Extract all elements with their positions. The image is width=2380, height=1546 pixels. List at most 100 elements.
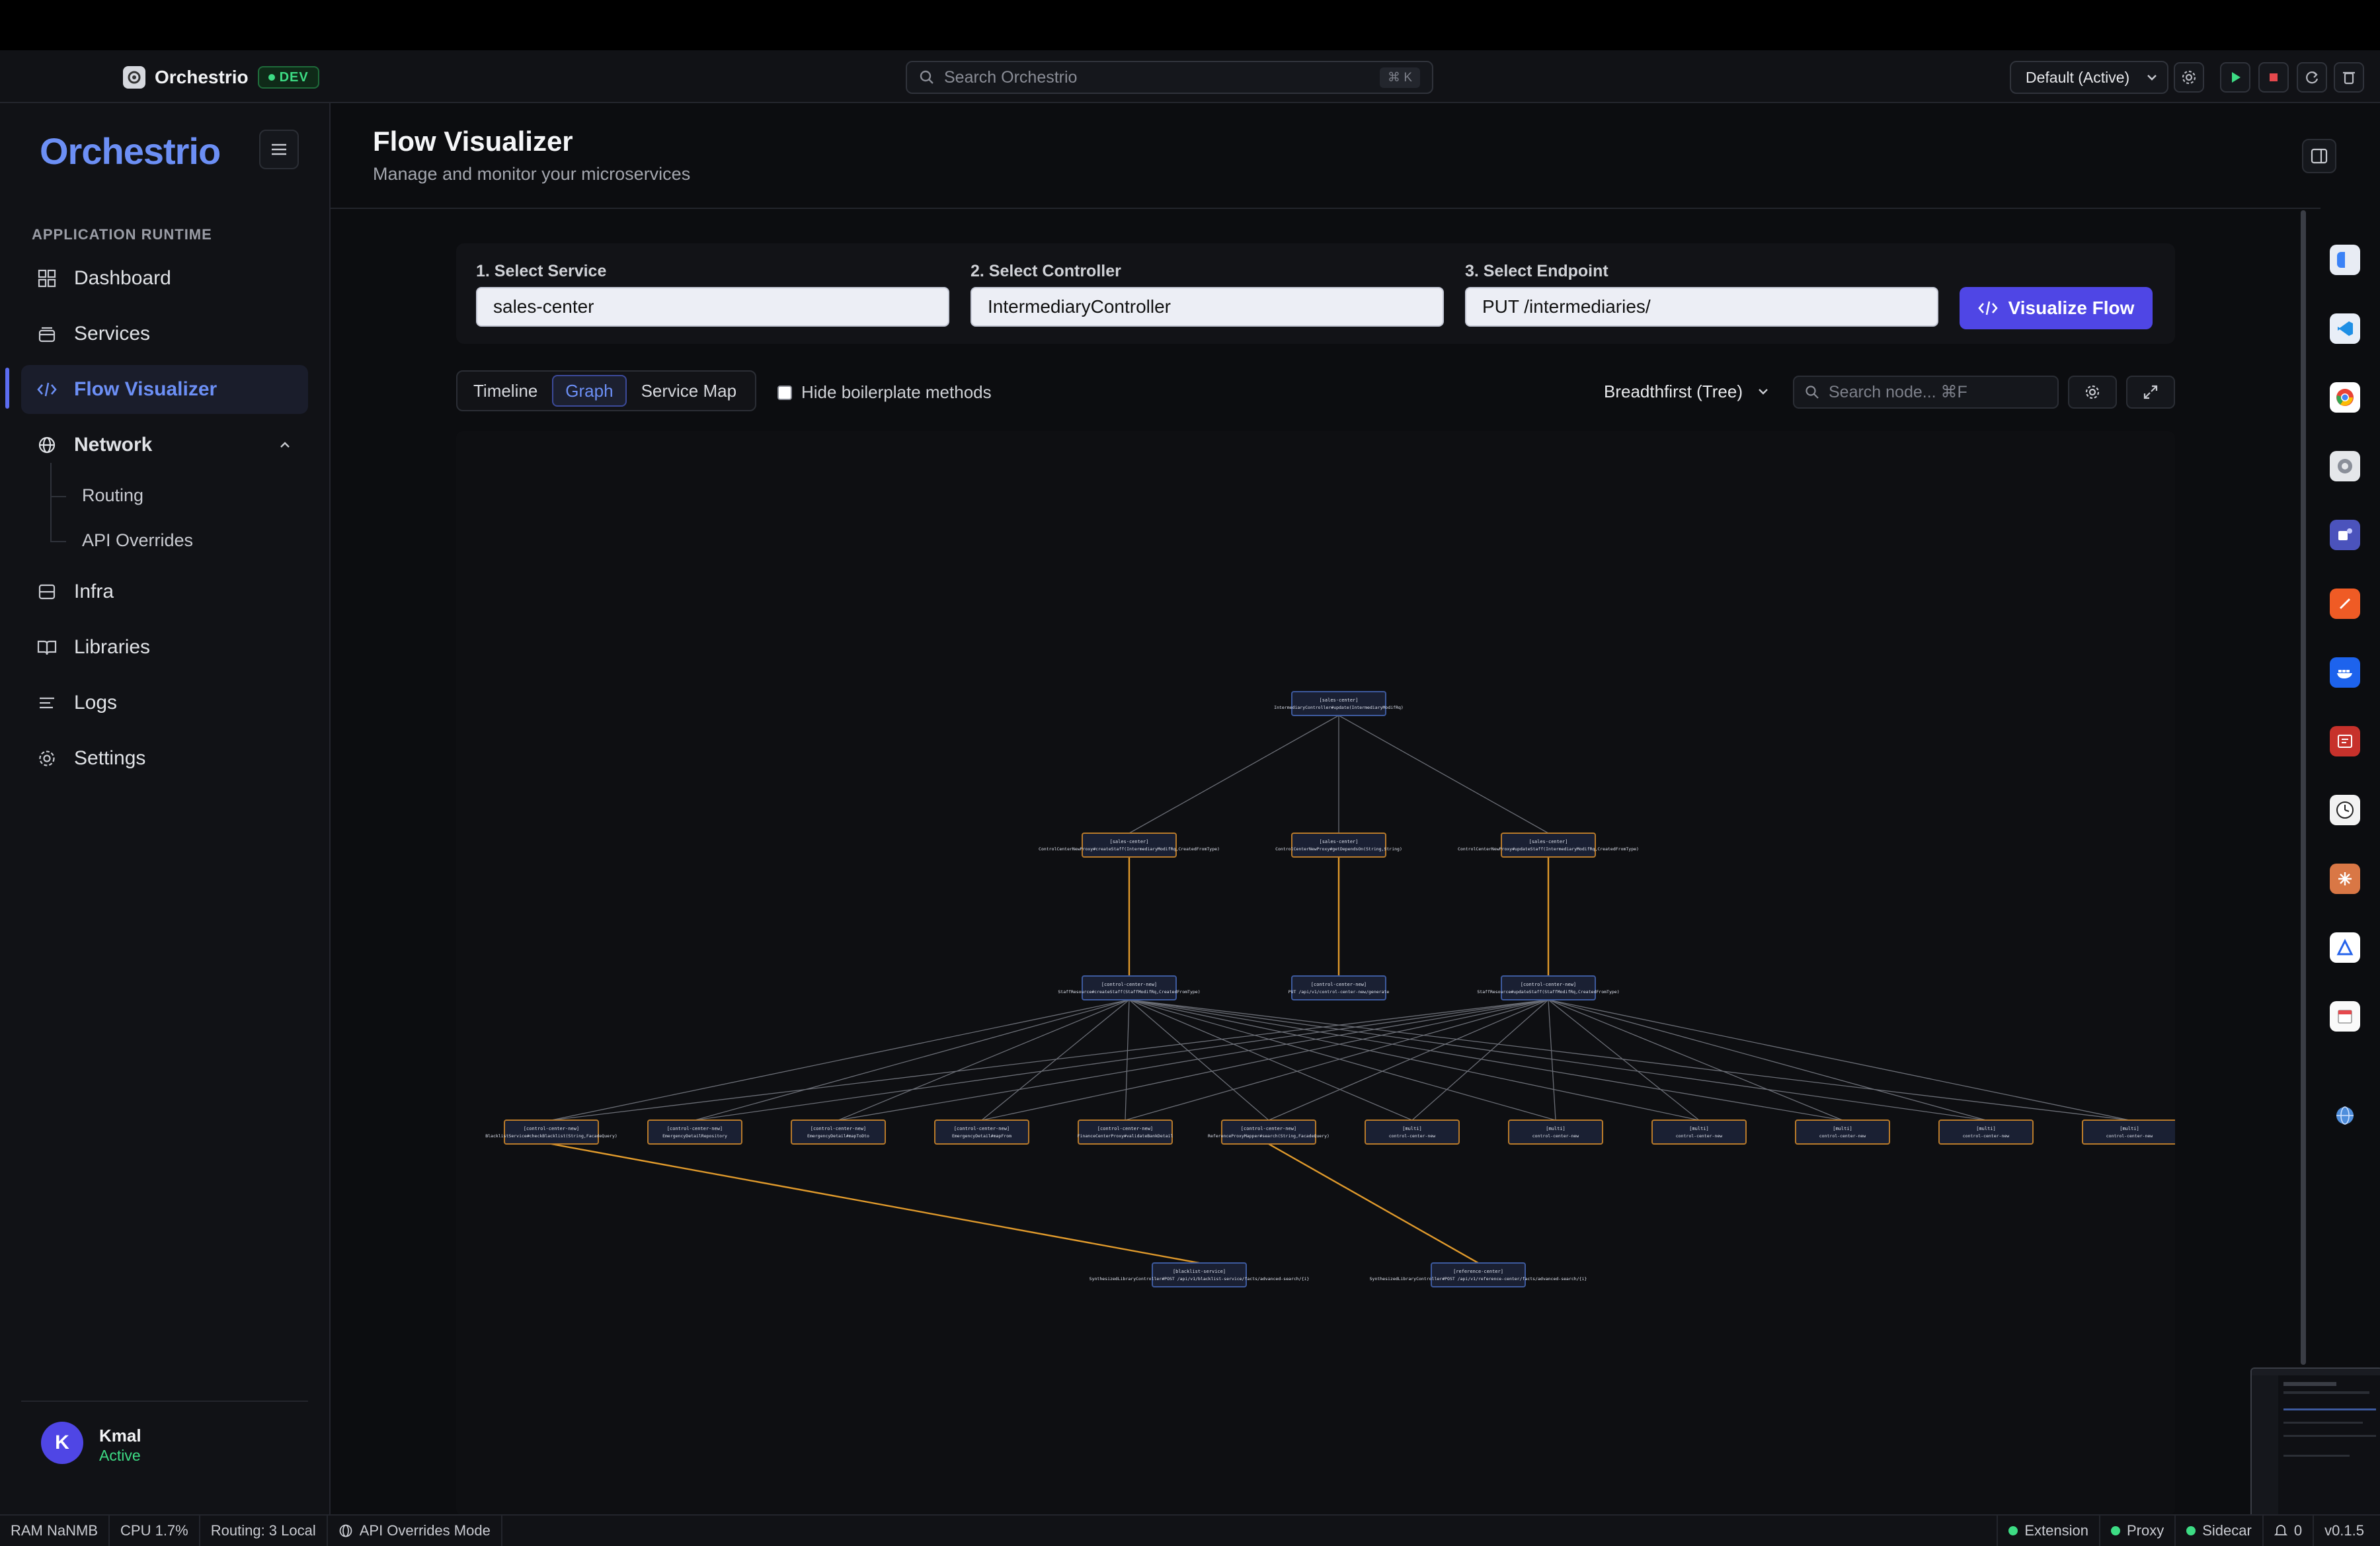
globe-icon[interactable] (2330, 1100, 2360, 1131)
global-search-input[interactable]: Search Orchestrio ⌘ K (906, 61, 1433, 94)
chrome-icon[interactable] (2330, 382, 2360, 413)
proxy-status[interactable]: Proxy (2098, 1516, 2174, 1546)
graph-node[interactable]: [control-center-new] EmergencyDetail#mapF… (934, 1119, 1029, 1145)
graph-node[interactable]: [control-center-new] EmergencyDetail#mapT… (791, 1119, 886, 1145)
graph-node[interactable]: [control-center-new] PUT /api/v1/control-… (1289, 975, 1390, 1000)
delete-button[interactable] (2334, 62, 2364, 93)
routing-indicator[interactable]: Routing: 3 Local (200, 1516, 328, 1546)
sidecar-status[interactable]: Sidecar (2174, 1516, 2262, 1546)
graph-node-box[interactable] (1938, 1119, 2034, 1145)
stop-button[interactable] (2258, 62, 2289, 93)
sidebar-item-services[interactable]: Services (21, 309, 308, 358)
endpoint-select[interactable]: PUT /intermediaries/ (1465, 287, 1938, 327)
sidebar-item-settings[interactable]: Settings (21, 734, 308, 783)
controller-select[interactable]: IntermediaryController (971, 287, 1444, 327)
graph-node-box[interactable] (1795, 1119, 1890, 1145)
menu-toggle-button[interactable] (259, 130, 299, 169)
service-select[interactable]: sales-center (476, 287, 949, 327)
graph-node[interactable]: [sales-center] ControlCenterNewProxy#getD… (1275, 833, 1402, 858)
graph-node[interactable]: [multi] control-center-new (2082, 1119, 2175, 1145)
graph-node[interactable]: [multi] control-center-new (1365, 1119, 1460, 1145)
graph-node-box[interactable] (1431, 1262, 1526, 1287)
profile-select[interactable]: Default (Active) (2010, 61, 2168, 94)
notifications[interactable]: 0 (2262, 1516, 2313, 1546)
graph-node[interactable]: [reference-center] SynthesizedLibraryCont… (1370, 1262, 1587, 1287)
docker-icon[interactable] (2330, 657, 2360, 688)
graph-node-box[interactable] (1082, 975, 1177, 1000)
graph-node-box[interactable] (1501, 833, 1596, 858)
hide-boilerplate-checkbox[interactable] (777, 385, 792, 400)
graph-node-box[interactable] (1078, 1119, 1173, 1145)
settings-app-icon[interactable] (2330, 451, 2360, 481)
graph-node[interactable]: [control-center-new] EmergencyDetailRepos… (647, 1119, 742, 1145)
node-search-input[interactable]: Search node... ⌘F (1793, 376, 2059, 409)
extension-status[interactable]: Extension (1997, 1516, 2099, 1546)
graph-settings-button[interactable] (2068, 376, 2117, 409)
layout-select[interactable]: Breadthfirst (Tree) (1604, 374, 1769, 409)
flow-graph-canvas[interactable]: [sales-center] IntermediaryController#upd… (456, 431, 2175, 1516)
reload-button[interactable] (2297, 62, 2327, 93)
window-thumbnail[interactable] (2250, 1367, 2380, 1524)
settings-header-button[interactable] (2174, 62, 2204, 93)
main-scrollbar[interactable] (2301, 210, 2306, 1365)
avatar[interactable]: K (41, 1422, 83, 1464)
graph-node[interactable]: [control-center-new] FinanceCenterProxy#v… (1078, 1119, 1173, 1145)
sidebar-item-dashboard[interactable]: Dashboard (21, 254, 308, 303)
graph-node-box[interactable] (934, 1119, 1029, 1145)
graph-node[interactable]: [multi] control-center-new (1938, 1119, 2034, 1145)
sidebar-item-logs[interactable]: Logs (21, 678, 308, 727)
graph-node-box[interactable] (791, 1119, 886, 1145)
sidebar-item-libraries[interactable]: Libraries (21, 623, 308, 672)
calendar-icon[interactable] (2330, 1001, 2360, 1032)
graph-node-box[interactable] (504, 1119, 599, 1145)
graph-node[interactable]: [control-center-new] StaffResource#create… (1058, 975, 1201, 1000)
graph-node-box[interactable] (647, 1119, 742, 1145)
graph-node-box[interactable] (1508, 1119, 1603, 1145)
sidebar-item-flow-visualizer[interactable]: Flow Visualizer (21, 365, 308, 414)
ai-app-icon[interactable] (2330, 932, 2360, 963)
graph-node[interactable]: [sales-center] IntermediaryController#upd… (1274, 691, 1404, 716)
graph-node-box[interactable] (1291, 833, 1386, 858)
tree-tick (50, 496, 66, 497)
tab-service-map[interactable]: Service Map (629, 375, 749, 407)
flow-graph[interactable]: [sales-center] IntermediaryController#upd… (456, 431, 2175, 1516)
run-button[interactable] (2220, 62, 2250, 93)
finder-icon[interactable] (2330, 245, 2360, 275)
sidebar-subitem-routing[interactable]: Routing (82, 485, 143, 506)
graph-node-box[interactable] (1291, 691, 1386, 716)
graph-node[interactable]: [sales-center] ControlCenterNewProxy#upda… (1458, 833, 1639, 858)
graph-node-box[interactable] (1501, 975, 1596, 1000)
graph-node[interactable]: [control-center-new] BlacklistService#che… (485, 1119, 617, 1145)
clock-icon[interactable] (2330, 795, 2360, 825)
graph-node[interactable]: [blacklist-service] SynthesizedLibraryCon… (1090, 1262, 1310, 1287)
graph-node-service: [reference-center] (1453, 1269, 1503, 1274)
graph-node-box[interactable] (1221, 1119, 1316, 1145)
sidebar-item-network[interactable]: Network (21, 421, 308, 469)
graph-node[interactable]: [control-center-new] StaffResource#update… (1477, 975, 1620, 1000)
postman-icon[interactable] (2330, 589, 2360, 619)
hide-boilerplate-toggle[interactable]: Hide boilerplate methods (777, 382, 992, 403)
graph-node-box[interactable] (1291, 975, 1386, 1000)
dictionary-icon[interactable] (2330, 726, 2360, 756)
tab-graph[interactable]: Graph (552, 375, 627, 407)
graph-node[interactable]: [multi] control-center-new (1651, 1119, 1747, 1145)
claude-icon[interactable] (2330, 864, 2360, 894)
teams-icon[interactable] (2330, 520, 2360, 550)
graph-node-box[interactable] (2082, 1119, 2175, 1145)
graph-node[interactable]: [sales-center] ControlCenterNewProxy#crea… (1039, 833, 1220, 858)
visualize-flow-button[interactable]: Visualize Flow (1960, 287, 2153, 329)
graph-node[interactable]: [multi] control-center-new (1795, 1119, 1890, 1145)
fullscreen-button[interactable] (2126, 376, 2175, 409)
graph-node-box[interactable] (1651, 1119, 1747, 1145)
graph-node[interactable]: [control-center-new] ReferenceProxyMapper… (1208, 1119, 1329, 1145)
graph-node-box[interactable] (1152, 1262, 1247, 1287)
graph-node-box[interactable] (1365, 1119, 1460, 1145)
sidebar-subitem-api-overrides[interactable]: API Overrides (82, 530, 193, 551)
panel-toggle-button[interactable] (2302, 139, 2336, 173)
vscode-icon[interactable] (2330, 313, 2360, 344)
graph-node-box[interactable] (1082, 833, 1177, 858)
sidebar-item-infra[interactable]: Infra (21, 567, 308, 616)
graph-node[interactable]: [multi] control-center-new (1508, 1119, 1603, 1145)
api-overrides-indicator[interactable]: API Overrides Mode (328, 1516, 502, 1546)
tab-timeline[interactable]: Timeline (461, 375, 549, 407)
